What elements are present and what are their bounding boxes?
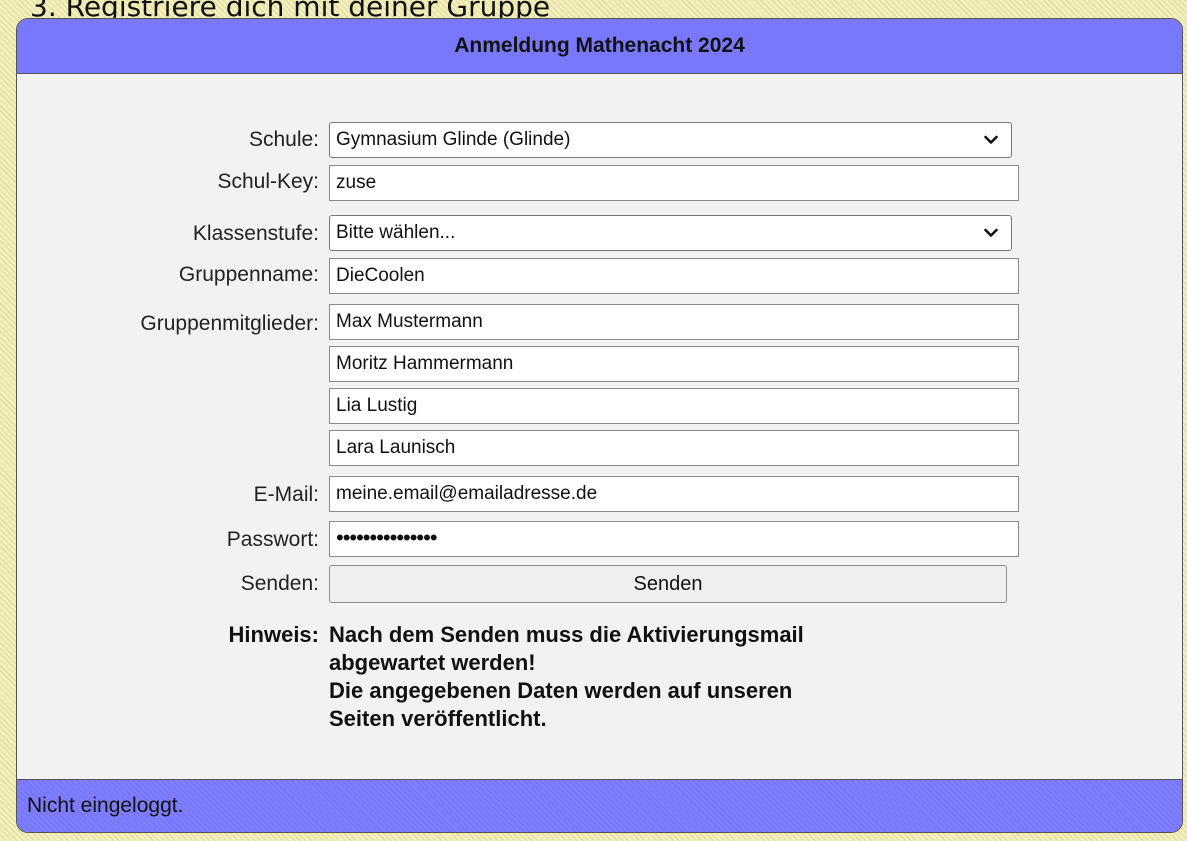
schul-key-input[interactable]: zuse bbox=[329, 165, 1019, 201]
member-input-3[interactable]: Lia Lustig bbox=[329, 388, 1019, 424]
klassenstufe-value: Bitte wählen... bbox=[336, 222, 456, 243]
schule-label: Schule: bbox=[248, 128, 319, 151]
gruppenmitglieder-label: Gruppenmitglieder: bbox=[140, 312, 319, 335]
hinweis-line: abgewartet werden! bbox=[329, 650, 536, 675]
member-input-2[interactable]: Moritz Hammermann bbox=[329, 346, 1019, 382]
panel-title: Anmeldung Mathenacht 2024 bbox=[17, 19, 1182, 74]
member-input-1[interactable]: Max Mustermann bbox=[329, 304, 1019, 340]
gruppenname-label: Gruppenname: bbox=[178, 263, 319, 286]
hinweis-line: Seiten veröffentlicht. bbox=[329, 706, 547, 731]
klassenstufe-select[interactable]: Bitte wählen... bbox=[329, 215, 1012, 251]
chevron-down-icon bbox=[981, 216, 1001, 250]
member-input-4[interactable]: Lara Launisch bbox=[329, 430, 1019, 466]
senden-button[interactable]: Senden bbox=[329, 565, 1007, 603]
hinweis-label: Hinweis: bbox=[228, 622, 319, 647]
chevron-down-icon bbox=[981, 123, 1001, 157]
senden-label: Senden: bbox=[240, 572, 319, 595]
gruppenname-input[interactable]: DieCoolen bbox=[329, 258, 1019, 294]
passwort-label: Passwort: bbox=[226, 528, 319, 551]
login-status-text: Nicht eingeloggt. bbox=[27, 794, 184, 817]
registration-panel: Anmeldung Mathenacht 2024 Schule: Gymnas… bbox=[16, 18, 1183, 833]
schule-select[interactable]: Gymnasium Glinde (Glinde) bbox=[329, 122, 1012, 158]
password-input[interactable]: ••••••••••••••• bbox=[329, 521, 1019, 557]
email-label: E-Mail: bbox=[253, 483, 319, 506]
hinweis-line: Nach dem Senden muss die Aktivierungsmai… bbox=[329, 622, 804, 647]
email-input[interactable]: meine.email@emailadresse.de bbox=[329, 476, 1019, 512]
schul-key-label: Schul-Key: bbox=[217, 170, 319, 193]
hinweis-line: Die angegebenen Daten werden auf unseren bbox=[329, 678, 793, 703]
klassenstufe-label: Klassenstufe: bbox=[192, 222, 319, 245]
schule-value: Gymnasium Glinde (Glinde) bbox=[336, 129, 571, 150]
login-status-bar: Nicht eingeloggt. bbox=[17, 779, 1182, 832]
hinweis-text: Nach dem Senden muss die Aktivierungsmai… bbox=[329, 621, 1049, 733]
